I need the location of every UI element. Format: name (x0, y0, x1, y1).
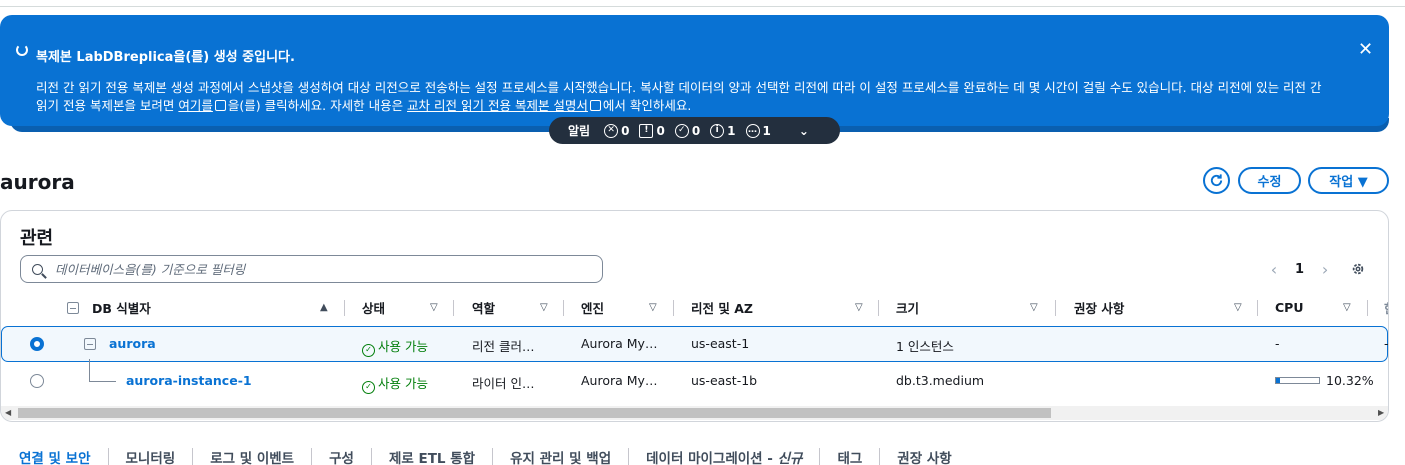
flash-banner: 복제본 LabDBreplica을(를) 생성 중입니다. 리전 간 읽기 전용… (0, 15, 1389, 126)
related-panel: 관련 ‹ 1 › DB 식별자▲ 상태▽ 역할▽ 엔진▽ 리전 및 AZ▽ 크기… (0, 210, 1389, 422)
top-divider (0, 6, 1405, 7)
horizontal-scrollbar[interactable]: ◀ ▶ (1, 406, 1388, 420)
warning-count: ! 0 (639, 123, 665, 138)
flash-title: 복제본 LabDBreplica을(를) 생성 중입니다. (36, 50, 295, 65)
filter-box[interactable] (20, 255, 603, 283)
tab-recommendations[interactable]: 권장 사항 (897, 447, 951, 465)
tab-configuration[interactable]: 구성 (329, 447, 354, 465)
engine-cell: Aurora My… (581, 373, 658, 388)
tab-connectivity[interactable]: 연결 및 보안 (19, 447, 91, 465)
tree-connector (89, 381, 116, 382)
collapse-toggle[interactable] (84, 338, 96, 350)
col-header-role[interactable]: 역할 ▽ (472, 297, 548, 317)
gear-icon[interactable] (1351, 262, 1365, 276)
col-header-db-id[interactable]: DB 식별자 ▲ (92, 297, 328, 317)
refresh-button[interactable] (1203, 167, 1230, 194)
notification-bar[interactable]: 알림 ✕ 0 ! 0 ✓ 0 i1 … 1 ⌄ (549, 117, 840, 144)
cpu-progress-bar (1275, 377, 1320, 384)
tab-tags[interactable]: 태그 (837, 447, 862, 465)
check-circle-icon: ✓ (362, 344, 375, 357)
col-header-cpu[interactable]: CPU ▽ (1275, 297, 1351, 317)
col-header-size[interactable]: 크기 ▽ (896, 297, 1038, 317)
tab-monitoring[interactable]: 모니터링 (126, 447, 176, 465)
role-cell: 라이터 인… (472, 376, 535, 391)
status-badge: ✓ 사용 가능 (362, 373, 428, 394)
chevron-right-icon[interactable]: › (1318, 260, 1332, 279)
expand-all-checkbox[interactable] (67, 302, 79, 314)
panel-title: 관련 (20, 228, 54, 249)
role-cell: 리전 클러… (472, 339, 535, 354)
spinner-icon (16, 44, 28, 56)
refresh-icon (1210, 174, 1223, 187)
page-title: aurora (0, 170, 75, 194)
success-icon: ✓ (674, 123, 689, 138)
size-cell: 1 인스턴스 (896, 339, 954, 354)
docs-link[interactable]: 교차 리전 읽기 전용 복제본 설명서 (407, 98, 588, 113)
scroll-right-icon[interactable]: ▶ (1378, 408, 1384, 417)
flash-body: 리전 간 읽기 전용 복제본 생성 과정에서 스냅샷을 생성하여 대상 리전으로… (36, 80, 1322, 113)
status-badge: ✓ 사용 가능 (362, 336, 428, 357)
edit-button[interactable]: 수정 (1238, 167, 1301, 194)
pagination: ‹ 1 › (1267, 260, 1332, 279)
region-cell: us-east-1b (691, 373, 758, 388)
check-circle-icon: ✓ (362, 381, 375, 394)
warning-icon: ! (639, 123, 654, 138)
row-radio-selected[interactable] (30, 337, 44, 351)
col-header-recommend[interactable]: 권장 사항 ▽ (1074, 297, 1242, 317)
tab-logs-events[interactable]: 로그 및 이벤트 (210, 447, 294, 465)
tab-zero-etl[interactable]: 제로 ETL 통합 (389, 447, 475, 465)
scrollbar-thumb[interactable] (18, 408, 1051, 418)
in-progress-count: … 1 (745, 123, 771, 138)
cpu-cell: - (1275, 336, 1280, 351)
close-icon[interactable]: ✕ (1358, 40, 1373, 60)
search-icon (32, 263, 43, 275)
notification-label: 알림 (568, 124, 591, 138)
info-count: i1 (710, 123, 736, 138)
region-cell: us-east-1 (691, 336, 750, 351)
db-id-link[interactable]: aurora-instance-1 (126, 373, 252, 388)
tab-maintenance[interactable]: 유지 관리 및 백업 (510, 447, 611, 465)
scroll-left-icon[interactable]: ◀ (5, 408, 11, 417)
chevron-down-icon[interactable]: ⌄ (799, 124, 809, 138)
extra-cell: - (1384, 336, 1389, 351)
page-number[interactable]: 1 (1295, 262, 1304, 277)
chevron-left-icon[interactable]: ‹ (1267, 260, 1281, 279)
engine-cell: Aurora My… (581, 336, 658, 351)
col-header-truncated: 한 (1384, 297, 1388, 317)
error-count: ✕ 0 (604, 123, 629, 138)
tree-connector (89, 359, 90, 381)
detail-tabs: 연결 및 보안 모니터링 로그 및 이벤트 구성 제로 ETL 통합 유지 관리… (19, 447, 952, 465)
external-link-icon (214, 100, 226, 111)
db-id-link[interactable]: aurora (109, 336, 156, 351)
col-header-engine[interactable]: 엔진 ▽ (581, 297, 657, 317)
external-link-icon (589, 100, 601, 111)
size-cell: db.t3.medium (896, 373, 985, 388)
new-badge: 신규 (777, 451, 803, 465)
error-icon: ✕ (604, 123, 619, 138)
info-icon: i (710, 123, 725, 138)
actions-button[interactable]: 작업 ▼ (1308, 167, 1389, 194)
col-header-region[interactable]: 리전 및 AZ ▽ (691, 297, 863, 317)
tab-data-migration[interactable]: 데이터 마이그레이션 - 신규 (646, 447, 802, 465)
col-header-status[interactable]: 상태 ▽ (362, 297, 438, 317)
success-count: ✓ 0 (674, 123, 700, 138)
row-radio[interactable] (30, 374, 44, 388)
in-progress-icon: … (745, 123, 760, 138)
here-link[interactable]: 여기를 (178, 98, 213, 113)
filter-input[interactable] (55, 261, 575, 277)
cpu-value: 10.32% (1326, 373, 1374, 388)
